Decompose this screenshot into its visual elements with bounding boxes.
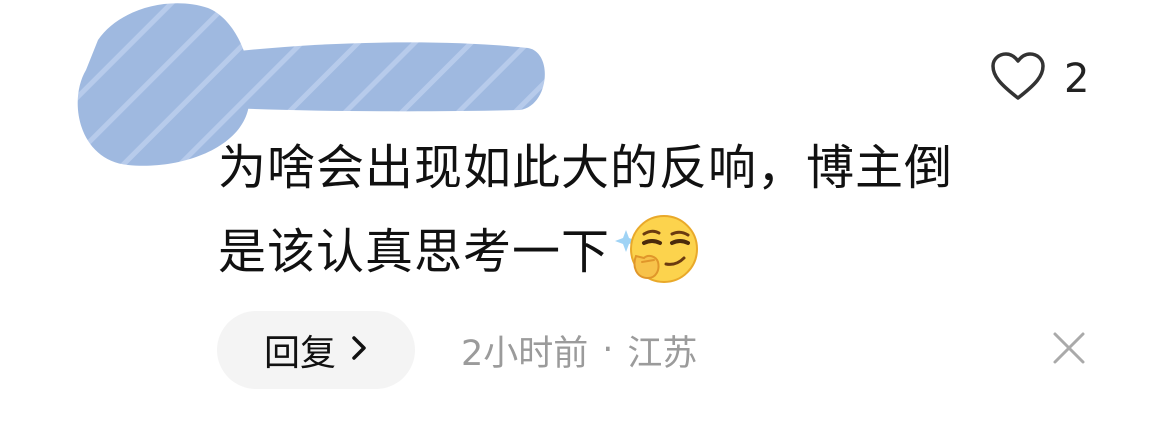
meta-separator: · xyxy=(602,330,614,370)
comment-text: 为啥会出现如此大的反响，博主倒 是该认真思考一下 xyxy=(218,126,1098,312)
comment-text-line-2: 是该认真思考一下 xyxy=(218,210,1098,312)
reply-label: 回复 xyxy=(263,333,336,374)
comment-meta: 2小时前 · 江苏 xyxy=(461,325,697,376)
smirk-thinking-emoji-icon xyxy=(614,212,700,312)
comment-card: 2 为啥会出现如此大的反响，博主倒 是该认真思考一下 回复 2小时前 · 江苏 xyxy=(0,0,1152,426)
username-redaction xyxy=(198,42,545,112)
like-count: 2 xyxy=(1064,56,1090,102)
chevron-right-icon xyxy=(350,330,368,371)
timestamp: 2小时前 xyxy=(461,333,589,374)
comment-text-line-2-text: 是该认真思考一下 xyxy=(218,224,611,280)
comment-text-line-1: 为啥会出现如此大的反响，博主倒 xyxy=(218,140,954,196)
close-button[interactable] xyxy=(1051,330,1087,370)
like-button[interactable]: 2 xyxy=(990,52,1089,106)
location: 江苏 xyxy=(627,333,698,374)
comment-footer: 回复 2小时前 · 江苏 xyxy=(217,311,1087,389)
close-icon[interactable] xyxy=(1051,332,1087,370)
reply-button[interactable]: 回复 xyxy=(217,311,415,389)
heart-outline-icon[interactable] xyxy=(990,52,1046,106)
